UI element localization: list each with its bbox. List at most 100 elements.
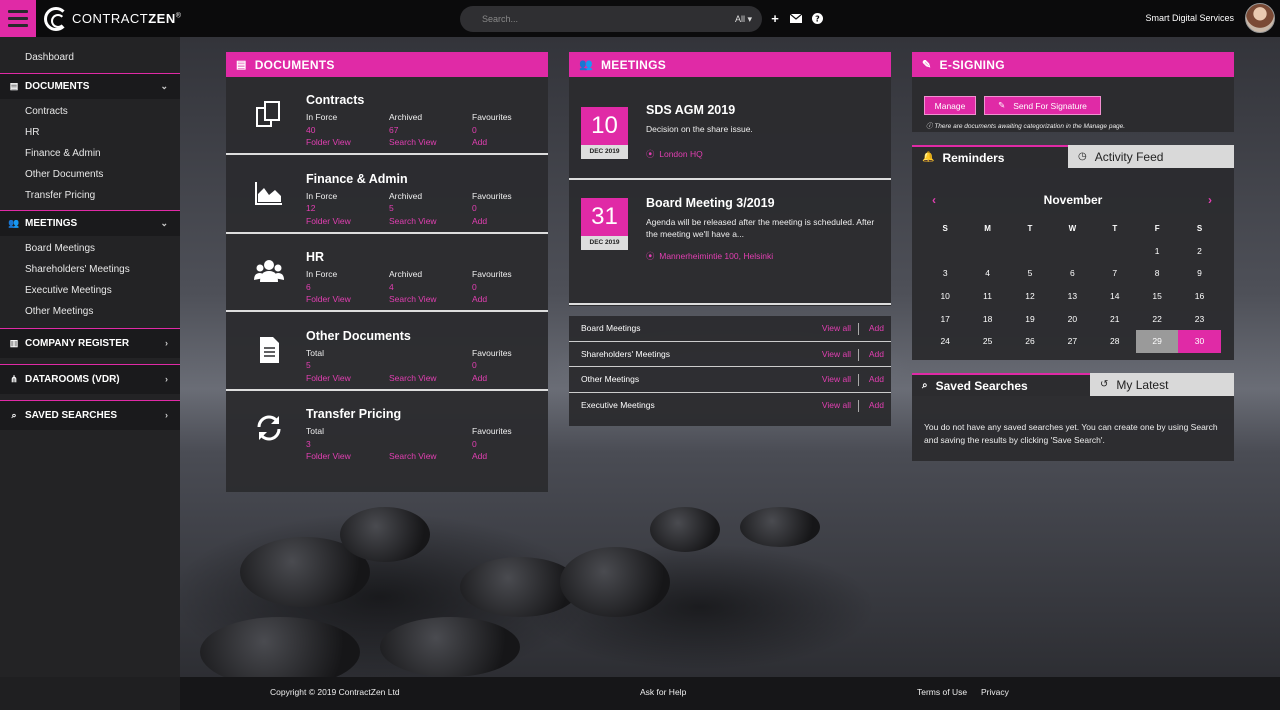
- doc-stat-value[interactable]: 6: [306, 281, 351, 294]
- tab-my-latest[interactable]: ↺ My Latest: [1090, 373, 1234, 396]
- add-link[interactable]: Add: [869, 349, 884, 359]
- add-favourite-link[interactable]: Add: [472, 136, 512, 149]
- folder-view-link[interactable]: Folder View: [306, 293, 351, 306]
- search-view-link[interactable]: Search View: [389, 450, 437, 463]
- doc-stat-value[interactable]: 0: [472, 438, 512, 451]
- sidebar-section-datarooms[interactable]: ⋔ DATAROOMS (VDR) ›: [0, 364, 180, 394]
- doc-stat-value[interactable]: 4: [389, 281, 437, 294]
- sidebar-item-transfer-pricing[interactable]: Transfer Pricing: [0, 185, 180, 206]
- privacy-link[interactable]: Privacy: [981, 687, 1009, 697]
- calendar-day[interactable]: 13: [1051, 285, 1093, 308]
- calendar-next-button[interactable]: ›: [1208, 193, 1212, 207]
- folder-view-link[interactable]: Folder View: [306, 215, 351, 228]
- sidebar-section-company-register[interactable]: ▥ COMPANY REGISTER ›: [0, 328, 180, 358]
- calendar-day[interactable]: 4: [966, 262, 1008, 285]
- calendar-day[interactable]: 17: [924, 307, 966, 330]
- mail-icon[interactable]: [789, 11, 803, 25]
- doc-row-title[interactable]: Transfer Pricing: [306, 407, 401, 421]
- doc-stat-value[interactable]: 67: [389, 124, 437, 137]
- calendar-day[interactable]: 9: [1178, 262, 1220, 285]
- search-view-link[interactable]: Search View: [389, 293, 437, 306]
- user-name[interactable]: Smart Digital Services: [1145, 13, 1234, 23]
- add-favourite-link[interactable]: Add: [472, 450, 512, 463]
- folder-view-link[interactable]: Folder View: [306, 372, 351, 385]
- calendar-day[interactable]: 23: [1178, 307, 1220, 330]
- sidebar-item-shareholders-meetings[interactable]: Shareholders' Meetings: [0, 259, 180, 280]
- calendar-day[interactable]: 29: [1135, 329, 1179, 353]
- calendar-day[interactable]: 5: [1009, 262, 1051, 285]
- search-view-link[interactable]: Search View: [389, 372, 437, 385]
- doc-stat-value[interactable]: 0: [472, 124, 512, 137]
- search-scope-dropdown[interactable]: All ▾: [735, 14, 752, 25]
- sidebar-item-finance-admin[interactable]: Finance & Admin: [0, 143, 180, 164]
- calendar-day[interactable]: 30: [1178, 329, 1221, 353]
- tab-saved-searches[interactable]: ⌕ Saved Searches: [912, 373, 1090, 396]
- search-input[interactable]: [482, 14, 735, 24]
- calendar-day[interactable]: 7: [1094, 262, 1136, 285]
- meeting-card[interactable]: 31 DEC 2019 Board Meeting 3/2019 Agenda …: [569, 180, 891, 305]
- help-icon[interactable]: ?: [810, 11, 824, 25]
- view-all-link[interactable]: View all: [822, 323, 851, 333]
- calendar-day[interactable]: 20: [1051, 307, 1093, 330]
- doc-stat-value[interactable]: 0: [472, 359, 512, 372]
- menu-toggle-button[interactable]: [0, 0, 36, 37]
- meeting-card[interactable]: 10 DEC 2019 SDS AGM 2019 Decision on the…: [569, 77, 891, 180]
- sidebar-section-meetings[interactable]: 👥 MEETINGS ⌄: [0, 210, 180, 236]
- view-all-link[interactable]: View all: [822, 400, 851, 410]
- doc-stat-value[interactable]: 0: [472, 202, 512, 215]
- calendar-day[interactable]: 25: [966, 330, 1008, 353]
- doc-stat-value[interactable]: 5: [306, 359, 351, 372]
- doc-stat-value[interactable]: 5: [389, 202, 437, 215]
- sidebar-item-hr[interactable]: HR: [0, 122, 180, 143]
- logo[interactable]: CONTRACTZEN®: [44, 0, 181, 37]
- calendar-day[interactable]: 26: [1009, 330, 1051, 353]
- add-icon[interactable]: +: [768, 11, 782, 26]
- doc-row-title[interactable]: Other Documents: [306, 329, 411, 343]
- calendar-day[interactable]: 1: [1136, 240, 1178, 263]
- sidebar-item-other-meetings[interactable]: Other Meetings: [0, 301, 180, 322]
- calendar-day[interactable]: 18: [966, 307, 1008, 330]
- calendar-day[interactable]: 16: [1178, 285, 1220, 308]
- calendar-day[interactable]: 11: [966, 285, 1008, 308]
- sidebar-item-executive-meetings[interactable]: Executive Meetings: [0, 280, 180, 301]
- calendar-day[interactable]: 15: [1136, 285, 1178, 308]
- send-for-signature-button[interactable]: ✎ Send For Signature: [984, 96, 1101, 115]
- sidebar-item-contracts[interactable]: Contracts: [0, 101, 180, 122]
- meeting-title[interactable]: SDS AGM 2019: [646, 103, 735, 117]
- tab-activity-feed[interactable]: ◷ Activity Feed: [1068, 145, 1234, 168]
- add-favourite-link[interactable]: Add: [472, 372, 512, 385]
- add-favourite-link[interactable]: Add: [472, 293, 512, 306]
- doc-row-title[interactable]: HR: [306, 250, 324, 264]
- calendar-day[interactable]: 22: [1136, 307, 1178, 330]
- doc-stat-value[interactable]: 0: [472, 281, 512, 294]
- add-link[interactable]: Add: [869, 400, 884, 410]
- sidebar-item-board-meetings[interactable]: Board Meetings: [0, 238, 180, 259]
- folder-view-link[interactable]: Folder View: [306, 450, 351, 463]
- search-view-link[interactable]: Search View: [389, 136, 437, 149]
- add-link[interactable]: Add: [869, 374, 884, 384]
- calendar-day[interactable]: 8: [1136, 262, 1178, 285]
- view-all-link[interactable]: View all: [822, 374, 851, 384]
- calendar-day[interactable]: 14: [1094, 285, 1136, 308]
- doc-stat-value[interactable]: 12: [306, 202, 351, 215]
- calendar-day[interactable]: 28: [1094, 330, 1136, 353]
- calendar-day[interactable]: 10: [924, 285, 966, 308]
- meeting-title[interactable]: Board Meeting 3/2019: [646, 196, 775, 210]
- calendar-day[interactable]: 2: [1178, 240, 1220, 263]
- search-view-link[interactable]: Search View: [389, 215, 437, 228]
- calendar-day[interactable]: 19: [1009, 307, 1051, 330]
- calendar-day[interactable]: 27: [1051, 330, 1093, 353]
- sidebar-item-dashboard[interactable]: Dashboard: [0, 37, 180, 73]
- help-link[interactable]: Ask for Help: [640, 687, 686, 697]
- terms-link[interactable]: Terms of Use: [917, 687, 967, 697]
- calendar-day[interactable]: 12: [1009, 285, 1051, 308]
- calendar-day[interactable]: 6: [1051, 262, 1093, 285]
- calendar-day[interactable]: 3: [924, 262, 966, 285]
- avatar[interactable]: [1245, 3, 1275, 33]
- doc-stat-value[interactable]: 40: [306, 124, 351, 137]
- add-favourite-link[interactable]: Add: [472, 215, 512, 228]
- doc-stat-value[interactable]: 3: [306, 438, 351, 451]
- add-link[interactable]: Add: [869, 323, 884, 333]
- doc-row-title[interactable]: Contracts: [306, 93, 364, 107]
- tab-reminders[interactable]: 🔔 Reminders: [912, 145, 1068, 168]
